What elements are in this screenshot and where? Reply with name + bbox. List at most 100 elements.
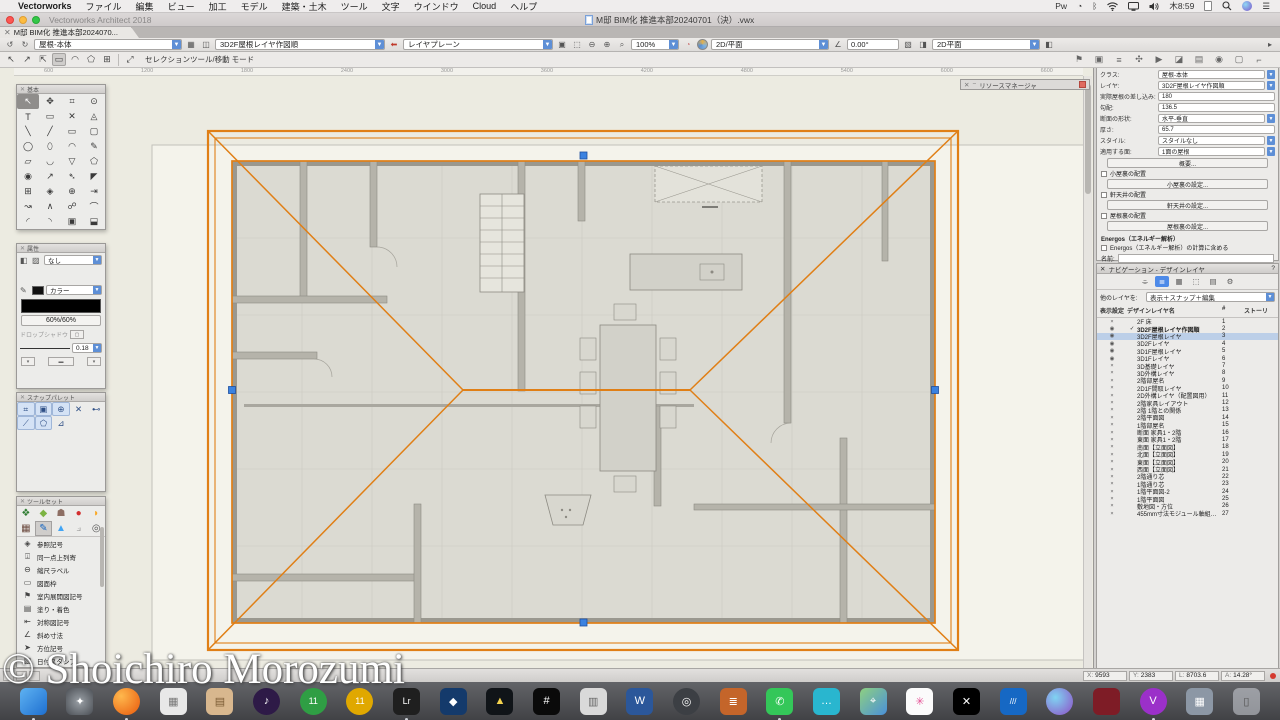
chevron-down-icon[interactable]: ▼: [1267, 70, 1275, 79]
visibility-mark[interactable]: ×: [1097, 511, 1127, 517]
dock-icon[interactable]: ✕: [953, 688, 980, 715]
dock-icon[interactable]: ⌖: [860, 688, 887, 715]
selection-handle[interactable]: [580, 619, 587, 626]
close-box-icon[interactable]: [1079, 81, 1086, 88]
visibility-mark[interactable]: ◉: [1097, 348, 1127, 354]
snap-toggle[interactable]: ⊿: [52, 416, 70, 430]
render-settings-icon[interactable]: ▧: [902, 39, 914, 50]
basic-tool[interactable]: ◈: [39, 184, 61, 199]
field-value[interactable]: 1面の屋根: [1158, 147, 1265, 156]
menu-edit[interactable]: 編集: [130, 0, 160, 13]
checkbox[interactable]: [1101, 213, 1107, 219]
selection-handle[interactable]: [580, 152, 587, 159]
snap-toggle[interactable]: ⊷: [87, 402, 105, 416]
tab-close-icon[interactable]: ✕: [4, 28, 11, 37]
document-tab[interactable]: ✕ M邸 BIM化 推進本部2024070...: [0, 27, 132, 38]
settings-button[interactable]: 軒天井の設定...: [1107, 200, 1268, 210]
menu-clock[interactable]: 木8:59: [1165, 0, 1198, 12]
context-tool-icon[interactable]: ◪: [1172, 53, 1186, 66]
basic-tool[interactable]: ▣: [61, 214, 83, 229]
dock-icon[interactable]: ▲: [486, 688, 513, 715]
toolset-tool[interactable]: ⍗ 同一点上列寄: [17, 550, 105, 563]
context-tool-icon[interactable]: ⚑: [1072, 53, 1086, 66]
collapse-icon[interactable]: −: [972, 81, 976, 88]
opacity-button[interactable]: 60%/60%: [21, 315, 101, 326]
palette-title-bar[interactable]: ✕基本: [17, 85, 105, 94]
start-marker-select[interactable]: ▾: [21, 357, 35, 366]
current-view-select[interactable]: 2D/平面▼: [711, 39, 829, 50]
basic-tool[interactable]: ↗: [39, 169, 61, 184]
close-icon[interactable]: ✕: [20, 498, 25, 505]
field-value[interactable]: 65.7: [1158, 125, 1275, 134]
visibility-mark[interactable]: ×: [1097, 481, 1127, 487]
basic-tool[interactable]: ◡: [39, 154, 61, 169]
menu-tools[interactable]: ツール: [335, 0, 374, 13]
undo-icon[interactable]: ↺: [4, 39, 16, 50]
wifi-icon[interactable]: [1103, 2, 1122, 11]
menu-file[interactable]: ファイル: [80, 0, 128, 13]
visibility-mark[interactable]: ×: [1097, 430, 1127, 436]
menu-architect[interactable]: 建築・土木: [276, 0, 333, 13]
display-icon[interactable]: [1124, 2, 1143, 11]
basic-tool[interactable]: ∧: [39, 199, 61, 214]
nav-mode-icon[interactable]: ⌯: [1138, 276, 1152, 287]
magnifier-icon[interactable]: ⌕: [616, 39, 628, 50]
chevron-down-icon[interactable]: ▼: [1267, 147, 1275, 156]
rotate-view-icon[interactable]: ∠: [832, 39, 844, 50]
visibility-mark[interactable]: ×: [1097, 407, 1127, 413]
basic-tool[interactable]: T: [17, 109, 39, 124]
basic-tool[interactable]: ▽: [61, 154, 83, 169]
chevron-down-icon[interactable]: ▼: [1267, 114, 1275, 123]
toolbar-overflow-icon[interactable]: ▸: [1264, 39, 1276, 50]
pen-style-select[interactable]: カラー▼: [46, 285, 102, 295]
nav-mode-icon[interactable]: ▤: [1206, 276, 1220, 287]
field-value[interactable]: スタイルなし: [1158, 136, 1265, 145]
visibility-mark[interactable]: ×: [1097, 415, 1127, 421]
dock-icon[interactable]: ▦: [160, 688, 187, 715]
lineweight-select[interactable]: 0.18▼: [72, 343, 102, 353]
visibility-mark[interactable]: ◉: [1097, 341, 1127, 347]
dock-icon[interactable]: [113, 688, 140, 715]
basic-tool[interactable]: ╲: [17, 124, 39, 139]
dock-icon[interactable]: ▦: [1186, 688, 1213, 715]
close-icon[interactable]: ✕: [20, 394, 25, 401]
toolset-tool[interactable]: ➤ 方位記号: [17, 641, 105, 654]
linetype-select[interactable]: ▬: [48, 357, 74, 366]
toolset-category-icon[interactable]: ⟓: [70, 521, 88, 536]
toolset-category-icon[interactable]: ▲: [52, 521, 70, 536]
toolset-scrollbar[interactable]: [100, 527, 104, 587]
menu-text[interactable]: 文字: [376, 0, 406, 13]
selection-handle[interactable]: [229, 387, 236, 394]
basic-tool[interactable]: ⊕: [61, 184, 83, 199]
dock-icon[interactable]: #: [533, 688, 560, 715]
status-button[interactable]: [29, 671, 40, 681]
menu-cloud[interactable]: Cloud: [467, 1, 503, 11]
basic-tool[interactable]: ⬓: [83, 214, 105, 229]
basic-tool[interactable]: ☍: [61, 199, 83, 214]
basic-tool[interactable]: ↖: [17, 94, 39, 109]
clip-cube-icon[interactable]: ◔: [682, 39, 694, 50]
spotlight-icon[interactable]: [1218, 1, 1236, 11]
previous-view-icon[interactable]: ⬅: [388, 39, 400, 50]
notification-center-icon[interactable]: ☰: [1258, 1, 1274, 12]
status-button[interactable]: [16, 671, 27, 681]
basic-tool[interactable]: ◜: [17, 214, 39, 229]
status-button[interactable]: [3, 671, 14, 681]
document-proxy-icon[interactable]: [1200, 1, 1216, 11]
basic-tool[interactable]: ⊞: [17, 184, 39, 199]
checkbox[interactable]: [1101, 245, 1107, 251]
resource-manager-bar[interactable]: ✕ − リソースマネージャ: [960, 79, 1090, 90]
bluetooth-icon[interactable]: ᛒ: [1088, 1, 1101, 11]
active-layer-select[interactable]: 3D2F屋根レイヤ作図順▼: [215, 39, 385, 50]
dock-icon[interactable]: ///: [1000, 688, 1027, 715]
field-value[interactable]: 180: [1158, 92, 1275, 101]
close-icon[interactable]: ✕: [1100, 265, 1105, 273]
palette-title-bar[interactable]: ✕属性: [17, 244, 105, 253]
nav-mode-icon[interactable]: ▦: [1172, 276, 1186, 287]
context-tool-icon[interactable]: ◉: [1212, 53, 1226, 66]
toolset-category-icon[interactable]: ◆: [35, 506, 53, 521]
basic-tool[interactable]: ◉: [17, 169, 39, 184]
fit-view-icon[interactable]: ⬚: [571, 39, 583, 50]
toolset-category-icon[interactable]: ▦: [17, 521, 35, 536]
dock-icon[interactable]: 11: [346, 688, 373, 715]
